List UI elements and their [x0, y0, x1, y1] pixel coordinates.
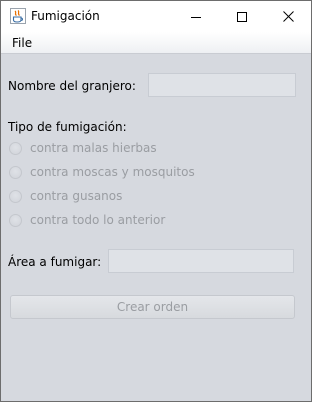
form-panel: Nombre del granjero: Tipo de fumigación:… — [1, 54, 311, 401]
radio-label-weeds: contra malas hierbas — [30, 141, 157, 155]
radio-button-worms[interactable] — [9, 189, 22, 203]
maximize-button[interactable] — [219, 1, 265, 32]
area-input[interactable] — [108, 249, 294, 273]
farmer-name-label: Nombre del granjero: — [8, 79, 136, 93]
radio-option-all[interactable]: contra todo lo anterior — [9, 211, 165, 229]
area-label: Área a fumigar: — [8, 255, 102, 269]
radio-button-weeds[interactable] — [9, 141, 22, 155]
radio-label-all: contra todo lo anterior — [30, 213, 166, 227]
radio-option-flies[interactable]: contra moscas y mosquitos — [9, 163, 195, 181]
radio-option-worms[interactable]: contra gusanos — [9, 187, 122, 205]
radio-button-all[interactable] — [9, 213, 22, 227]
radio-option-weeds[interactable]: contra malas hierbas — [9, 139, 157, 157]
minimize-icon — [191, 16, 201, 18]
maximize-icon — [237, 11, 247, 22]
menu-bar: File — [1, 32, 311, 54]
radio-button-flies[interactable] — [9, 165, 22, 179]
minimize-button[interactable] — [173, 1, 219, 32]
window-title: Fumigación — [31, 9, 100, 23]
fumigation-type-label: Tipo de fumigación: — [8, 120, 127, 134]
close-button[interactable] — [265, 1, 311, 32]
app-window: Fumigación File Nombre del granjero: Tip… — [0, 0, 312, 402]
menu-file[interactable]: File — [12, 36, 32, 50]
radio-label-flies: contra moscas y mosquitos — [30, 165, 195, 179]
java-cup-icon — [10, 8, 26, 24]
close-icon — [282, 11, 294, 22]
create-order-button[interactable]: Crear orden — [10, 295, 295, 319]
radio-label-worms: contra gusanos — [30, 189, 123, 203]
title-bar[interactable]: Fumigación — [1, 1, 311, 32]
farmer-name-input[interactable] — [148, 73, 296, 97]
